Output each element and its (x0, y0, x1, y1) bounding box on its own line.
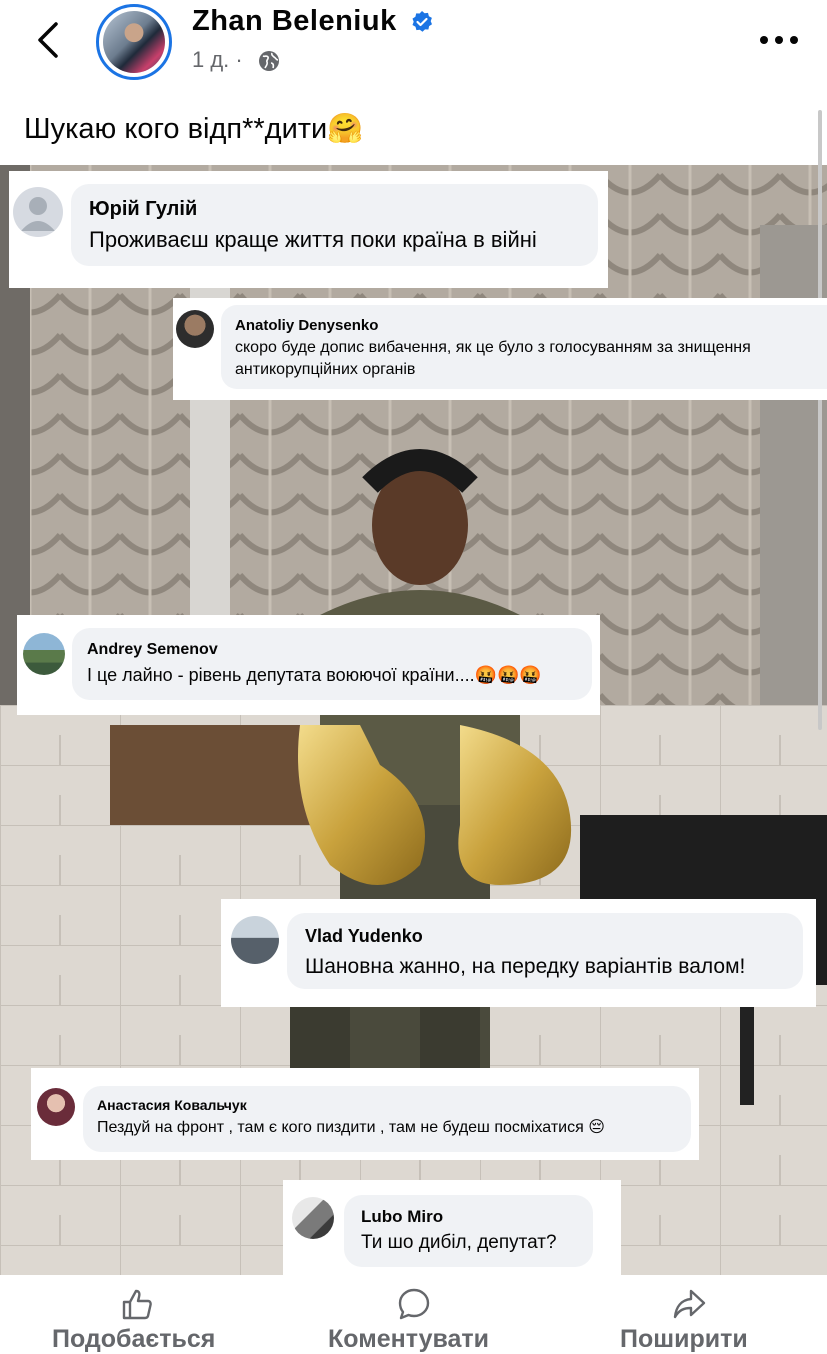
post-timestamp[interactable]: 1 д. · (192, 47, 243, 73)
more-dots-icon[interactable] (758, 30, 800, 50)
comment-card: Andrey Semenov І це лайно - рівень депут… (17, 615, 600, 715)
comment-text: Пездуй на фронт , там є кого пиздити , т… (97, 1119, 605, 1136)
author-avatar[interactable] (96, 4, 172, 80)
comment-author[interactable]: Анастасия Ковальчук (97, 1097, 247, 1113)
comment-text: скоро буде допис вибачення, як це було з… (235, 339, 751, 379)
comment-author[interactable]: Lubo Miro (361, 1207, 443, 1227)
verified-badge-icon (412, 11, 432, 32)
comment-author[interactable]: Юрій Гулій (89, 198, 197, 221)
comment-avatar[interactable] (176, 310, 214, 348)
comment-card: Anatoliy Denysenko скоро буде допис виба… (173, 298, 827, 400)
author-avatar-image (103, 11, 165, 73)
comment-text: Шановна жанно, на передку варіантів вало… (305, 955, 746, 978)
scrollbar[interactable] (818, 110, 822, 730)
comment-text: Проживаєш краще життя поки країна в війн… (89, 227, 537, 252)
comment-bubble-icon (398, 1288, 430, 1320)
comment-card: Vlad Yudenko Шановна жанно, на передку в… (221, 899, 816, 1007)
comment-avatar[interactable] (37, 1088, 75, 1126)
chevron-left-icon[interactable] (30, 20, 70, 60)
share-arrow-icon (673, 1289, 706, 1319)
share-label: Поширити (620, 1325, 748, 1353)
post-header: Zhan Beleniuk 1 д. · Шукаю кого відп**ди… (0, 0, 827, 145)
default-user-icon (21, 197, 55, 231)
comment-card: Lubo Miro Ти шо дибіл, депутат? (283, 1180, 621, 1275)
like-label: Подобається (52, 1325, 216, 1353)
like-button[interactable]: Подобається (40, 1275, 240, 1353)
comment-button[interactable]: Коментувати (318, 1275, 518, 1353)
comment-card: Анастасия Ковальчук Пездуй на фронт , та… (31, 1068, 699, 1160)
comment-avatar[interactable] (23, 633, 65, 675)
author-name[interactable]: Zhan Beleniuk (192, 5, 397, 38)
comment-text: І це лайно - рівень депутата воюючої кра… (87, 665, 542, 685)
comment-author[interactable]: Vlad Yudenko (305, 926, 423, 947)
comment-label: Коментувати (328, 1325, 490, 1353)
comment-author[interactable]: Andrey Semenov (87, 641, 218, 659)
comment-card: Юрій Гулій Проживаєш краще життя поки кр… (9, 171, 608, 288)
globe-icon (259, 51, 279, 71)
post-text: Шукаю кого відп**дити🤗 (24, 113, 364, 145)
post-action-bar: Подобається Коментувати Поширити (0, 1275, 827, 1353)
comment-avatar[interactable] (13, 187, 63, 237)
thumbs-up-icon (122, 1289, 152, 1320)
comment-author[interactable]: Anatoliy Denysenko (235, 317, 378, 334)
comment-avatar[interactable] (292, 1197, 334, 1239)
share-button[interactable]: Поширити (610, 1275, 780, 1353)
comment-text: Ти шо дибіл, депутат? (361, 1232, 557, 1253)
comment-avatar[interactable] (231, 916, 279, 964)
